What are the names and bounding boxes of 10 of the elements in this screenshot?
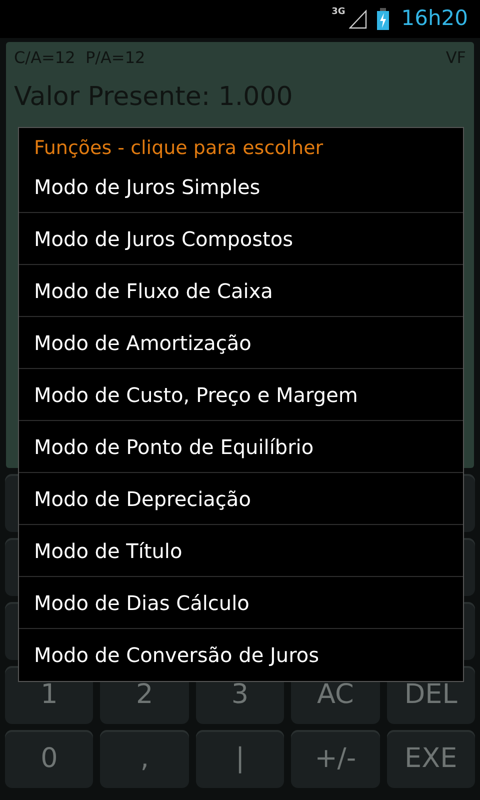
- calculator-key[interactable]: EXE: [386, 730, 476, 788]
- calculator-key[interactable]: |: [196, 730, 284, 788]
- calculator-key[interactable]: 0: [5, 730, 94, 788]
- battery-charging-icon: [377, 8, 390, 30]
- clock: 16h20: [401, 5, 468, 32]
- network-type: 3G: [332, 6, 346, 19]
- calculator-key[interactable]: +/-: [291, 730, 380, 788]
- dialog-title: Funções - clique para escolher: [33, 136, 324, 161]
- signal-icon: [349, 9, 368, 29]
- calculator-key[interactable]: ,: [100, 730, 189, 788]
